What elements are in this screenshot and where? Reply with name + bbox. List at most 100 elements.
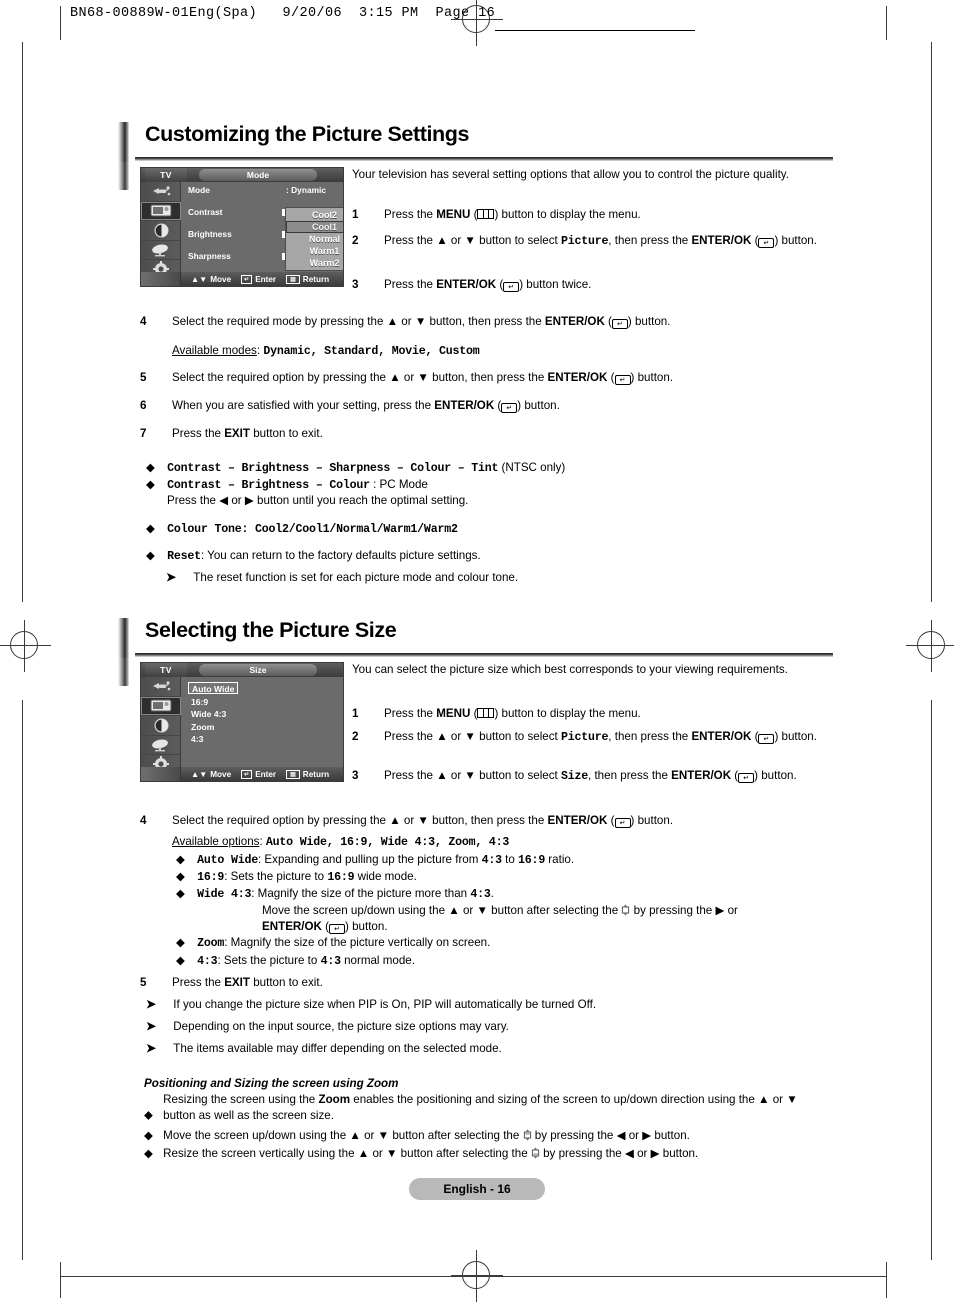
step-1-6: 6 When you are satisfied with your setti… xyxy=(140,398,840,414)
osd-hint-move: ▲▼ Move xyxy=(191,770,231,779)
osd-bottom-bar: ▲▼ Move ↵ Enter ▤ Return xyxy=(141,272,343,286)
bullet-text: 16:9: Sets the picture to 16:9 wide mode… xyxy=(197,870,417,884)
step-text: Press the MENU () button to display the … xyxy=(384,707,641,720)
step-text: Select the required mode by pressing the… xyxy=(172,315,671,329)
bullet-text: Auto Wide: Expanding and pulling up the … xyxy=(197,853,575,867)
dropdown-option-warm1[interactable]: Warm1 xyxy=(286,245,343,257)
bullet-1-2-sub: Press the ◀ or ▶ button until you reach … xyxy=(167,493,867,509)
step-number: 5 xyxy=(140,371,147,384)
osd-icon-sidebar xyxy=(141,677,181,775)
diamond-bullet-icon: ◆ xyxy=(144,1147,153,1160)
enter-key-icon: ↵ xyxy=(611,319,628,329)
move-screen-icon xyxy=(523,1129,532,1141)
updown-arrow-icon: ▲▼ xyxy=(191,274,208,284)
step-1-5: 5 Select the required option by pressing… xyxy=(140,370,840,386)
crop-line-top-left xyxy=(60,6,61,40)
input-icon[interactable] xyxy=(141,677,181,697)
updown-arrow-icon: ▲▼ xyxy=(191,769,208,779)
bullet-text: Resizing the screen using the Zoom enabl… xyxy=(163,1093,798,1122)
available-modes-label: Available modes xyxy=(172,344,257,357)
section1-intro-text: Your television has several setting opti… xyxy=(352,168,789,181)
osd-bottom-nub xyxy=(141,767,181,781)
dropdown-option-cool1[interactable]: Cool1 xyxy=(286,221,343,233)
crop-line-bottom-left xyxy=(60,1262,61,1298)
diamond-bullet-icon: ◆ xyxy=(144,1129,153,1142)
enter-key-icon: ↵ xyxy=(614,818,631,828)
dropdown-option-warm2[interactable]: Warm2 xyxy=(286,257,343,269)
osd-size-list: Auto Wide 16:9 Wide 4:3 Zoom 4:3 xyxy=(188,679,239,745)
available-options-line: Available options: Auto Wide, 16:9, Wide… xyxy=(172,834,872,851)
section-accent-bar xyxy=(118,618,129,662)
osd-bottom-bar: ▲▼ Move ↵ Enter ▤ Return xyxy=(141,767,343,781)
osd-row-label: Brightness xyxy=(188,229,232,239)
bullet-text: 4:3: Sets the picture to 4:3 normal mode… xyxy=(197,954,415,968)
size-option-4-3[interactable]: 4:3 xyxy=(188,733,206,745)
picture-icon[interactable] xyxy=(141,201,181,221)
zoom-bullet-1: ◆ Resizing the screen using the Zoom ena… xyxy=(144,1092,834,1123)
osd-hint-move: ▲▼ Move xyxy=(191,275,231,284)
section-rule xyxy=(135,157,833,161)
osd-hint-label: Return xyxy=(302,769,330,779)
wide43-note: Move the screen up/down using the ▲ or ▼… xyxy=(262,903,862,934)
menu-key-icon xyxy=(477,209,495,219)
channel-icon[interactable] xyxy=(141,241,181,260)
step-1-1: 1 Press the MENU () button to display th… xyxy=(352,207,832,223)
step-2-5: 5 Press the EXIT button to exit. xyxy=(140,975,840,991)
step-2-3: 3 Press the ▲ or ▼ button to select Size… xyxy=(352,768,832,785)
note-2-3: ➤ The items available may differ dependi… xyxy=(146,1041,846,1057)
note-text: If you change the picture size when PIP … xyxy=(173,998,597,1011)
list-item[interactable]: Zoom xyxy=(188,717,238,732)
note-text: Depending on the input source, the pictu… xyxy=(173,1020,509,1033)
wide43-note-text-2: by pressing the ▶ or xyxy=(633,904,738,917)
sound-icon[interactable] xyxy=(141,716,181,736)
osd-hint-label: Move xyxy=(210,769,232,779)
page-title-2: Selecting the Picture Size xyxy=(145,618,397,642)
osd-title: Size xyxy=(199,664,317,676)
list-item[interactable]: Auto Wide xyxy=(188,679,239,694)
colour-tone-dropdown[interactable]: Cool2 Cool1 Normal Warm1 Warm2 xyxy=(285,207,343,271)
step-1-2: 2 Press the ▲ or ▼ button to select Pict… xyxy=(352,233,832,250)
dropdown-option-normal[interactable]: Normal xyxy=(286,233,343,245)
channel-icon[interactable] xyxy=(141,736,181,755)
note-text: The reset function is set for each pictu… xyxy=(193,571,519,584)
position-screen-icon xyxy=(621,904,630,916)
step-text: Press the ▲ or ▼ button to select Pictur… xyxy=(384,234,817,248)
step-number: 1 xyxy=(352,208,359,221)
note-arrow-icon: ➤ xyxy=(146,1019,157,1033)
option-bullet-zoom: ◆ Zoom: Magnify the size of the picture … xyxy=(176,935,876,952)
crop-line-top-right xyxy=(886,6,887,40)
diamond-bullet-icon: ◆ xyxy=(176,936,185,949)
step-1-7: 7 Press the EXIT button to exit. xyxy=(140,426,840,442)
section-side-bar xyxy=(118,162,129,190)
osd-row-mode[interactable]: Mode : Dynamic xyxy=(182,185,343,196)
dropdown-option-cool2[interactable]: Cool2 xyxy=(286,209,343,221)
osd-hint-enter: ↵ Enter xyxy=(241,769,276,779)
section-customizing-picture-settings: Customizing the Picture Settings xyxy=(118,122,833,190)
diamond-bullet-icon: ◆ xyxy=(146,461,155,474)
enter-key-icon: ↵ xyxy=(758,734,775,744)
enter-key-icon: ↵ xyxy=(501,403,518,413)
osd-tv-label: TV xyxy=(145,663,187,677)
option-bullet-wide-4-3: ◆ Wide 4:3: Magnify the size of the pict… xyxy=(176,886,876,903)
section2-intro-text: You can select the picture size which be… xyxy=(352,663,788,676)
step-2-4: 4 Select the required option by pressing… xyxy=(140,813,840,829)
section-side-bar xyxy=(118,658,129,686)
osd-picture-size-menu[interactable]: TV Size Auto Wide 16:9 Wide 4:3 Zoom 4:3 xyxy=(140,662,344,782)
option-bullet-4-3: ◆ 4:3: Sets the picture to 4:3 normal mo… xyxy=(176,953,876,970)
picture-icon[interactable] xyxy=(141,696,181,716)
enter-key-icon: ↵ xyxy=(614,375,631,385)
list-item[interactable]: Wide 4:3 xyxy=(188,704,238,719)
step-2-1: 1 Press the MENU () button to display th… xyxy=(352,706,832,722)
sound-icon[interactable] xyxy=(141,221,181,241)
zoom-bullet-3: ◆ Resize the screen vertically using the… xyxy=(144,1146,844,1162)
osd-picture-mode-menu[interactable]: TV Mode Mode : Dynamic Contrast 100 Brig xyxy=(140,167,344,287)
section1-intro: Your television has several setting opti… xyxy=(352,167,830,183)
step-number: 7 xyxy=(140,427,147,440)
step-text: Press the EXIT button to exit. xyxy=(172,427,323,440)
bullet-text: Reset: You can return to the factory def… xyxy=(167,549,481,563)
input-icon[interactable] xyxy=(141,182,181,202)
osd-row-label: Mode xyxy=(188,185,210,195)
registration-mark-left xyxy=(0,620,51,672)
step-text: Press the ▲ or ▼ button to select Pictur… xyxy=(384,730,817,744)
enter-key-icon: ↵ xyxy=(329,923,345,934)
